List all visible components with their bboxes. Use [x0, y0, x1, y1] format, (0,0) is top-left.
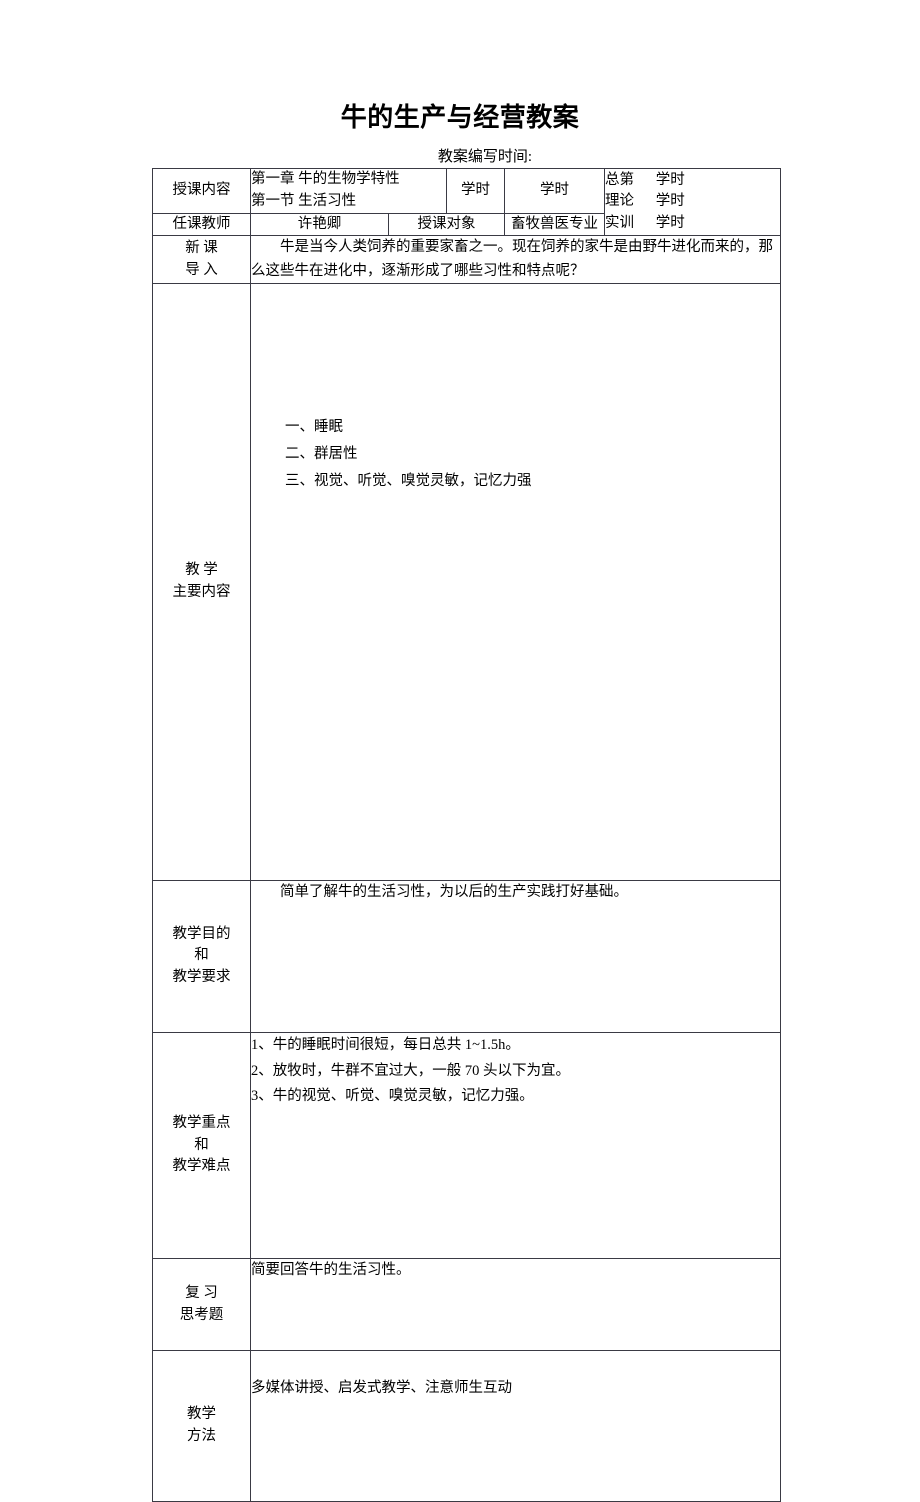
hours-theory-row: 理论 学时 [605, 193, 685, 210]
key-points-label: 教学重点 和 教学难点 [152, 1031, 251, 1260]
intro-body: 牛是当今人类饲养的重要家畜之一。现在饲养的家牛是由野牛进化而来的，那么这些牛在进… [250, 235, 781, 285]
objectives-paragraph: 简单了解牛的生活习性，为以后的生产实践打好基础。 [280, 883, 628, 900]
methods-label: 教学 方法 [152, 1350, 251, 1502]
key-points-bottom-space [251, 1110, 780, 1258]
key-points-list: 1、牛的睡眠时间很短，每日总共 1~1.5h。 2、放牧时，牛群不宜过大，一般 … [251, 1033, 780, 1110]
list-item: 一、睡眠 [285, 419, 343, 436]
table-row-teaching-content: 授课内容 第一章 牛的生物学特性 第一节 生活习性 学时 学时 总第 学时 理论… [152, 167, 781, 237]
table-row-intro: 新 课 导 入 牛是当今人类饲养的重要家畜之一。现在饲养的家牛是由野牛进化而来的… [152, 235, 781, 285]
list-item: 2、放牧时，牛群不宜过大，一般 70 头以下为宜。 [251, 1062, 570, 1079]
main-content-list: 一、睡眠 二、群居性 三、视觉、听觉、嗅觉灵敏，记忆力强 [251, 414, 780, 494]
main-content-bottom-space [251, 495, 780, 880]
objectives-bottom-space [251, 904, 780, 1032]
objectives-label: 教学目的 和 教学要求 [152, 879, 251, 1033]
teaching-content-label: 授课内容 [152, 168, 251, 214]
list-item: 1、牛的睡眠时间很短，每日总共 1~1.5h。 [251, 1036, 520, 1053]
hours-summary-cell: 总第 学时 理论 学时 实训 学时 [604, 167, 781, 237]
main-content-body: 一、睡眠 二、群居性 三、视觉、听觉、嗅觉灵敏，记忆力强 [250, 283, 781, 881]
teaching-content-topic: 第一章 牛的生物学特性 第一节 生活习性 [250, 168, 447, 214]
hours-label-1: 学时 [446, 168, 505, 214]
list-item: 3、牛的视觉、听觉、嗅觉灵敏，记忆力强。 [251, 1088, 534, 1105]
table-row-review: 复 习 思考题 简要回答牛的生活习性。 [152, 1258, 781, 1352]
methods-paragraph: 多媒体讲授、启发式教学、注意师生互动 [251, 1380, 512, 1397]
hours-total-row: 总第 学时 [605, 171, 685, 188]
review-body: 简要回答牛的生活习性。 [250, 1258, 781, 1352]
objectives-body: 简单了解牛的生活习性，为以后的生产实践打好基础。 [250, 879, 781, 1033]
list-item: 二、群居性 [285, 446, 358, 463]
review-label: 复 习 思考题 [152, 1258, 251, 1352]
table-row-main-content: 教 学 主要内容 一、睡眠 二、群居性 三、视觉、听觉、嗅觉灵敏，记忆力强 [152, 283, 781, 881]
review-paragraph: 简要回答牛的生活习性。 [251, 1262, 411, 1279]
teacher-name-value: 许艳卿 [250, 212, 389, 237]
methods-bottom-space [251, 1401, 780, 1501]
table-row-objectives: 教学目的 和 教学要求 简单了解牛的生活习性，为以后的生产实践打好基础。 [152, 879, 781, 1033]
review-bottom-space [251, 1282, 780, 1350]
key-points-body: 1、牛的睡眠时间很短，每日总共 1~1.5h。 2、放牧时，牛群不宜过大，一般 … [250, 1031, 781, 1260]
table-row-methods: 教学 方法 多媒体讲授、启发式教学、注意师生互动 [152, 1350, 781, 1502]
methods-body: 多媒体讲授、启发式教学、注意师生互动 [250, 1350, 781, 1502]
document-page: 牛的生产与经营教案 教案编写时间: 授课内容 第一章 牛的生物学特性 第一节 生… [0, 0, 920, 1502]
hours-practice-row: 实训 学时 [605, 215, 685, 231]
main-content-label: 教 学 主要内容 [152, 283, 251, 881]
intro-paragraph: 牛是当今人类饲养的重要家畜之一。现在饲养的家牛是由野牛进化而来的，那么这些牛在进… [251, 239, 773, 279]
list-item: 三、视觉、听觉、嗅觉灵敏，记忆力强 [285, 472, 532, 489]
lesson-plan-write-time-label: 教案编写时间: [437, 149, 533, 165]
audience-label: 授课对象 [388, 212, 505, 237]
main-content-top-space [251, 284, 780, 414]
intro-label: 新 课 导 入 [152, 235, 251, 285]
audience-value: 畜牧兽医专业 [504, 212, 605, 237]
page-title: 牛的生产与经营教案 [340, 103, 580, 132]
table-row-key-points: 教学重点 和 教学难点 1、牛的睡眠时间很短，每日总共 1~1.5h。 2、放牧… [152, 1031, 781, 1260]
hours-label-2: 学时 [504, 168, 605, 214]
subtitle-row: 教案编写时间: [152, 148, 780, 166]
methods-top-space [251, 1351, 780, 1377]
teacher-label: 任课教师 [152, 212, 251, 237]
